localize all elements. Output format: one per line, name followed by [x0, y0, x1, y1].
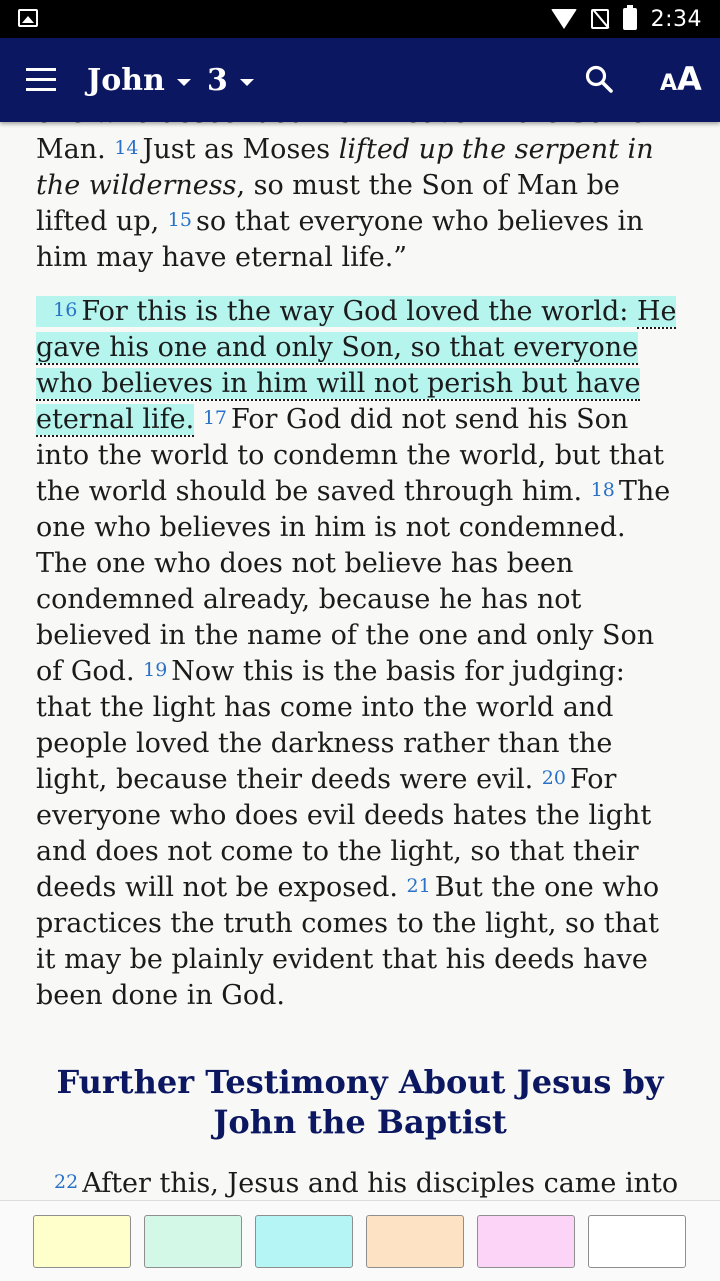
paragraph-verse-22: 22 After this, Jesus and his disciples ca… [0, 1166, 720, 1200]
verse-number[interactable]: 18 [591, 479, 615, 501]
font-size-icon[interactable]: AA [660, 60, 702, 98]
paragraph-verses-14-15: Man. 14 Just as Moses lifted up the serpe… [0, 132, 720, 276]
verse-text: Man. [36, 134, 115, 165]
verse-number[interactable]: 15 [168, 209, 192, 231]
verse-text: After this, Jesus and his disciples came… [82, 1168, 679, 1199]
top-line: one who descended from heaven – the Son … [0, 122, 720, 132]
highlight-swatch-cyan[interactable] [255, 1215, 353, 1268]
verse-number[interactable]: 20 [542, 767, 566, 789]
highlight-swatch-yellow[interactable] [33, 1215, 131, 1268]
verse-number[interactable]: 21 [407, 875, 431, 897]
verse-number[interactable]: 17 [203, 407, 227, 429]
highlight-color-bar [0, 1200, 720, 1281]
highlight-swatch-green[interactable] [144, 1215, 242, 1268]
chevron-down-icon [239, 78, 254, 86]
verse-text: For this is the way God loved the world: [81, 296, 637, 327]
clock: 2:34 [650, 6, 702, 32]
book-selector[interactable]: John [87, 58, 191, 102]
verse-text: Just as Moses [142, 134, 339, 165]
search-icon[interactable] [584, 64, 614, 94]
verse-text [194, 404, 203, 435]
section-heading: Further Testimony About Jesus by John th… [56, 1063, 664, 1141]
battery-icon [622, 5, 637, 30]
no-sim-icon [590, 9, 609, 29]
status-bar: 2:34 [0, 0, 720, 38]
verse-number[interactable]: 19 [143, 659, 167, 681]
app-bar: John 3 AA [0, 38, 720, 122]
chevron-down-icon [176, 78, 191, 86]
verse-number[interactable]: 14 [114, 137, 138, 159]
menu-icon[interactable] [26, 68, 56, 92]
highlight-swatch-clear[interactable] [588, 1215, 686, 1268]
highlight-swatch-orange[interactable] [366, 1215, 464, 1268]
verse-number[interactable]: 22 [54, 1171, 78, 1193]
scripture-text[interactable]: one who descended from heaven – the Son … [0, 122, 720, 1200]
book-name: John [87, 62, 165, 98]
wifi-icon [550, 9, 577, 29]
highlight-swatch-pink[interactable] [477, 1215, 575, 1268]
verse-number[interactable]: 16 [53, 299, 77, 321]
chapter-selector[interactable]: 3 [207, 58, 254, 102]
chapter-number: 3 [207, 62, 228, 98]
gallery-notification-icon [18, 9, 38, 27]
paragraph-verses-16-21: 16 For this is the way God loved the worl… [0, 294, 720, 1014]
